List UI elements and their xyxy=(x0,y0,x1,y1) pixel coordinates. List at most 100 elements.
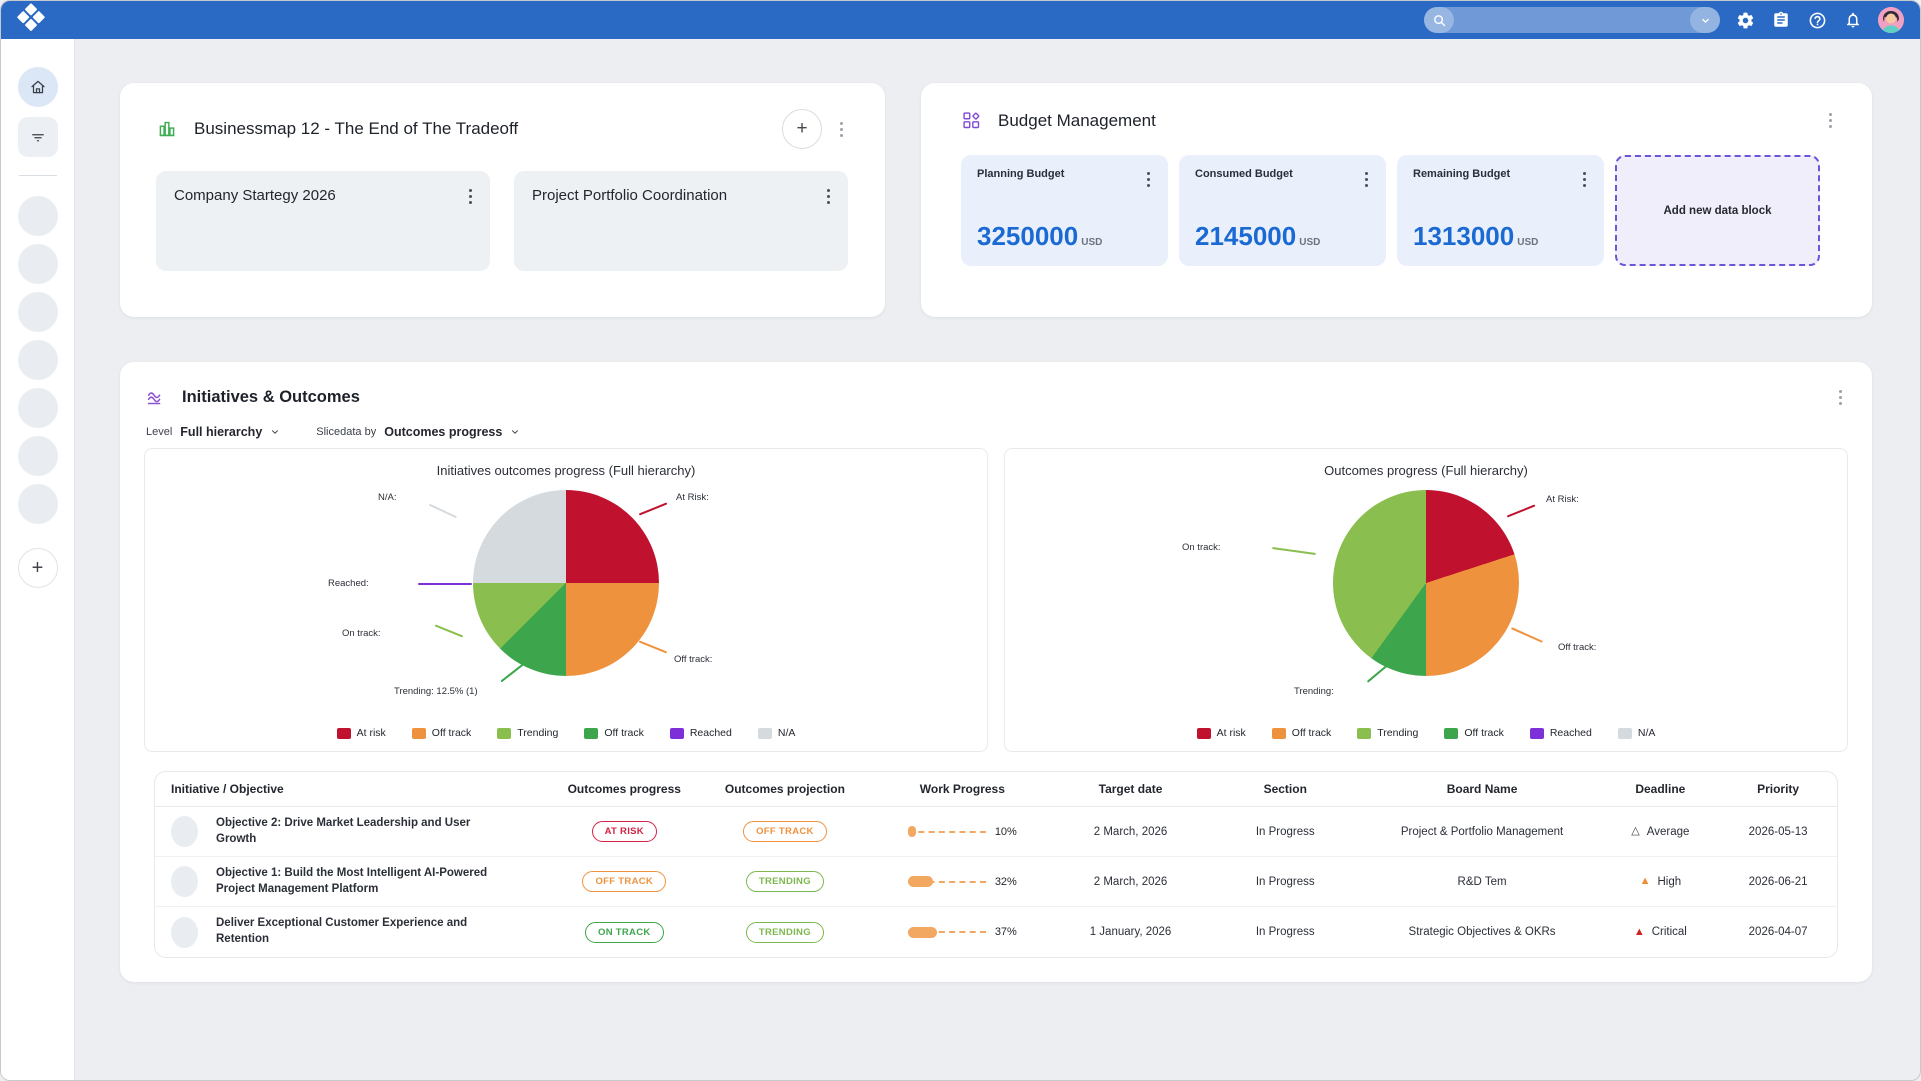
callout-line xyxy=(1367,663,1389,682)
top-navbar xyxy=(1,1,1920,39)
objective-title: Deliver Exceptional Customer Experience … xyxy=(216,916,506,947)
initiatives-pie-chart[interactable] xyxy=(473,490,659,676)
work-progress-value: 10% xyxy=(995,826,1017,838)
work-progress-bar xyxy=(908,826,986,837)
sidebar-item-placeholder[interactable] xyxy=(18,292,58,332)
board-tile-title: Project Portfolio Coordination xyxy=(532,185,821,204)
callout-line xyxy=(639,502,667,515)
row-avatar xyxy=(171,816,198,847)
level-filter-label: Level xyxy=(146,426,172,438)
slicedata-filter[interactable]: Slicedata by Outcomes progress xyxy=(316,425,520,439)
outcomes-progress-badge: ON TRACK xyxy=(585,922,664,943)
left-sidebar: + xyxy=(1,39,75,1080)
chart-legend: At risk Off track Trending Off track Rea… xyxy=(337,727,796,741)
deadline-label: High xyxy=(1657,876,1681,888)
table-row[interactable]: Deliver Exceptional Customer Experience … xyxy=(155,907,1837,957)
budget-tile-kebab-icon[interactable] xyxy=(1359,168,1374,191)
budget-card-kebab-icon[interactable] xyxy=(1823,109,1838,132)
board-tile-title: Company Startegy 2026 xyxy=(174,185,463,204)
column-header: Target date xyxy=(1053,782,1208,796)
outcomes-projection-badge: OFF TRACK xyxy=(743,821,827,842)
level-filter[interactable]: Level Full hierarchy xyxy=(146,425,280,439)
sidebar-item-placeholder[interactable] xyxy=(18,484,58,524)
add-new-data-block-button[interactable]: Add new data block xyxy=(1615,155,1820,266)
table-row[interactable]: Objective 1: Build the Most Intelligent … xyxy=(155,857,1837,907)
callout-line xyxy=(429,504,457,518)
add-board-button[interactable]: + xyxy=(782,109,822,149)
board-card-kebab-icon[interactable] xyxy=(834,118,849,141)
sidebar-item-placeholder[interactable] xyxy=(18,388,58,428)
section-value: In Progress xyxy=(1208,876,1363,888)
target-date: 2 March, 2026 xyxy=(1053,876,1208,888)
bar-chart-icon xyxy=(156,118,178,140)
priority-date: 2026-06-21 xyxy=(1719,876,1837,888)
section-value: In Progress xyxy=(1208,826,1363,838)
callout-line xyxy=(501,664,524,682)
table-header-row: Initiative / Objective Outcomes progress… xyxy=(155,772,1837,807)
sidebar-item-placeholder[interactable] xyxy=(18,196,58,236)
budget-tile-kebab-icon[interactable] xyxy=(1141,168,1156,191)
sidebar-item-placeholder[interactable] xyxy=(18,436,58,476)
board-tile-kebab-icon[interactable] xyxy=(821,185,836,208)
trend-lines-icon xyxy=(144,387,166,409)
legend-item: Off track xyxy=(1272,727,1331,739)
budget-tile-consumed: Consumed Budget 2145000USD xyxy=(1179,155,1386,266)
search-scope-chevron-icon[interactable] xyxy=(1690,7,1720,33)
budget-management-card: Budget Management Planning Budget 325000… xyxy=(921,83,1872,317)
businessmap-logo-icon[interactable] xyxy=(14,3,48,37)
search-bar[interactable] xyxy=(1424,7,1720,33)
board-tile-kebab-icon[interactable] xyxy=(463,185,478,208)
budget-tile-value: 1313000USD xyxy=(1413,221,1592,252)
column-header: Outcomes projection xyxy=(698,782,871,796)
budget-tile-remaining: Remaining Budget 1313000USD xyxy=(1397,155,1604,266)
work-progress-value: 32% xyxy=(995,876,1017,888)
board-tile[interactable]: Project Portfolio Coordination xyxy=(514,171,848,271)
callout-line xyxy=(1272,547,1316,555)
gear-icon[interactable] xyxy=(1734,9,1756,31)
table-row[interactable]: Objective 2: Drive Market Leadership and… xyxy=(155,807,1837,857)
initiatives-outcomes-card: Initiatives & Outcomes Level Full hierar… xyxy=(120,362,1872,982)
chevron-down-icon xyxy=(510,427,520,437)
search-input[interactable] xyxy=(1454,7,1720,33)
sidebar-add-button[interactable]: + xyxy=(18,548,58,588)
add-block-label: Add new data block xyxy=(1664,205,1772,217)
priority-triangle-icon: ▲ xyxy=(1640,876,1651,887)
board-tile[interactable]: Company Startegy 2026 xyxy=(156,171,490,271)
board-name: R&D Tem xyxy=(1363,876,1602,888)
initiatives-kebab-icon[interactable] xyxy=(1833,386,1848,409)
priority-date: 2026-04-07 xyxy=(1719,926,1837,938)
chart-legend: At risk Off track Trending Off track Rea… xyxy=(1197,727,1656,741)
filter-button[interactable] xyxy=(18,117,58,157)
help-icon[interactable] xyxy=(1806,9,1828,31)
data-blocks-icon xyxy=(961,110,982,131)
clipboard-icon[interactable] xyxy=(1770,9,1792,31)
column-header: Board Name xyxy=(1363,782,1602,796)
outcomes-pie-chart[interactable] xyxy=(1333,490,1519,676)
callout-line xyxy=(1507,504,1535,517)
outcomes-progress-badge: AT RISK xyxy=(592,821,657,842)
budget-currency: USD xyxy=(1517,237,1538,248)
legend-item: At risk xyxy=(1197,727,1246,739)
work-progress-bar xyxy=(908,927,986,938)
bell-icon[interactable] xyxy=(1842,9,1864,31)
legend-item: Trending xyxy=(1357,727,1418,739)
budget-tile-kebab-icon[interactable] xyxy=(1577,168,1592,191)
priority-triangle-icon: ▲ xyxy=(1634,927,1645,938)
chevron-down-icon xyxy=(270,427,280,437)
budget-tile-label: Remaining Budget xyxy=(1413,168,1577,180)
priority-triangle-icon: △ xyxy=(1631,826,1639,837)
home-button[interactable] xyxy=(18,67,58,107)
budget-tile-planning: Planning Budget 3250000USD xyxy=(961,155,1168,266)
initiatives-title: Initiatives & Outcomes xyxy=(182,388,360,407)
search-icon[interactable] xyxy=(1424,7,1454,33)
work-progress-value: 37% xyxy=(995,926,1017,938)
objective-title: Objective 2: Drive Market Leadership and… xyxy=(216,816,506,847)
section-value: In Progress xyxy=(1208,926,1363,938)
main-content: Businessmap 12 - The End of The Tradeoff… xyxy=(75,39,1920,1080)
outcomes-progress-chart-panel: Outcomes progress (Full hierarchy) At Ri… xyxy=(1004,448,1848,752)
sidebar-item-placeholder[interactable] xyxy=(18,244,58,284)
sidebar-item-placeholder[interactable] xyxy=(18,340,58,380)
slicedata-filter-value: Outcomes progress xyxy=(384,425,502,439)
user-avatar[interactable] xyxy=(1878,7,1904,33)
board-card-title: Businessmap 12 - The End of The Tradeoff xyxy=(194,119,518,139)
